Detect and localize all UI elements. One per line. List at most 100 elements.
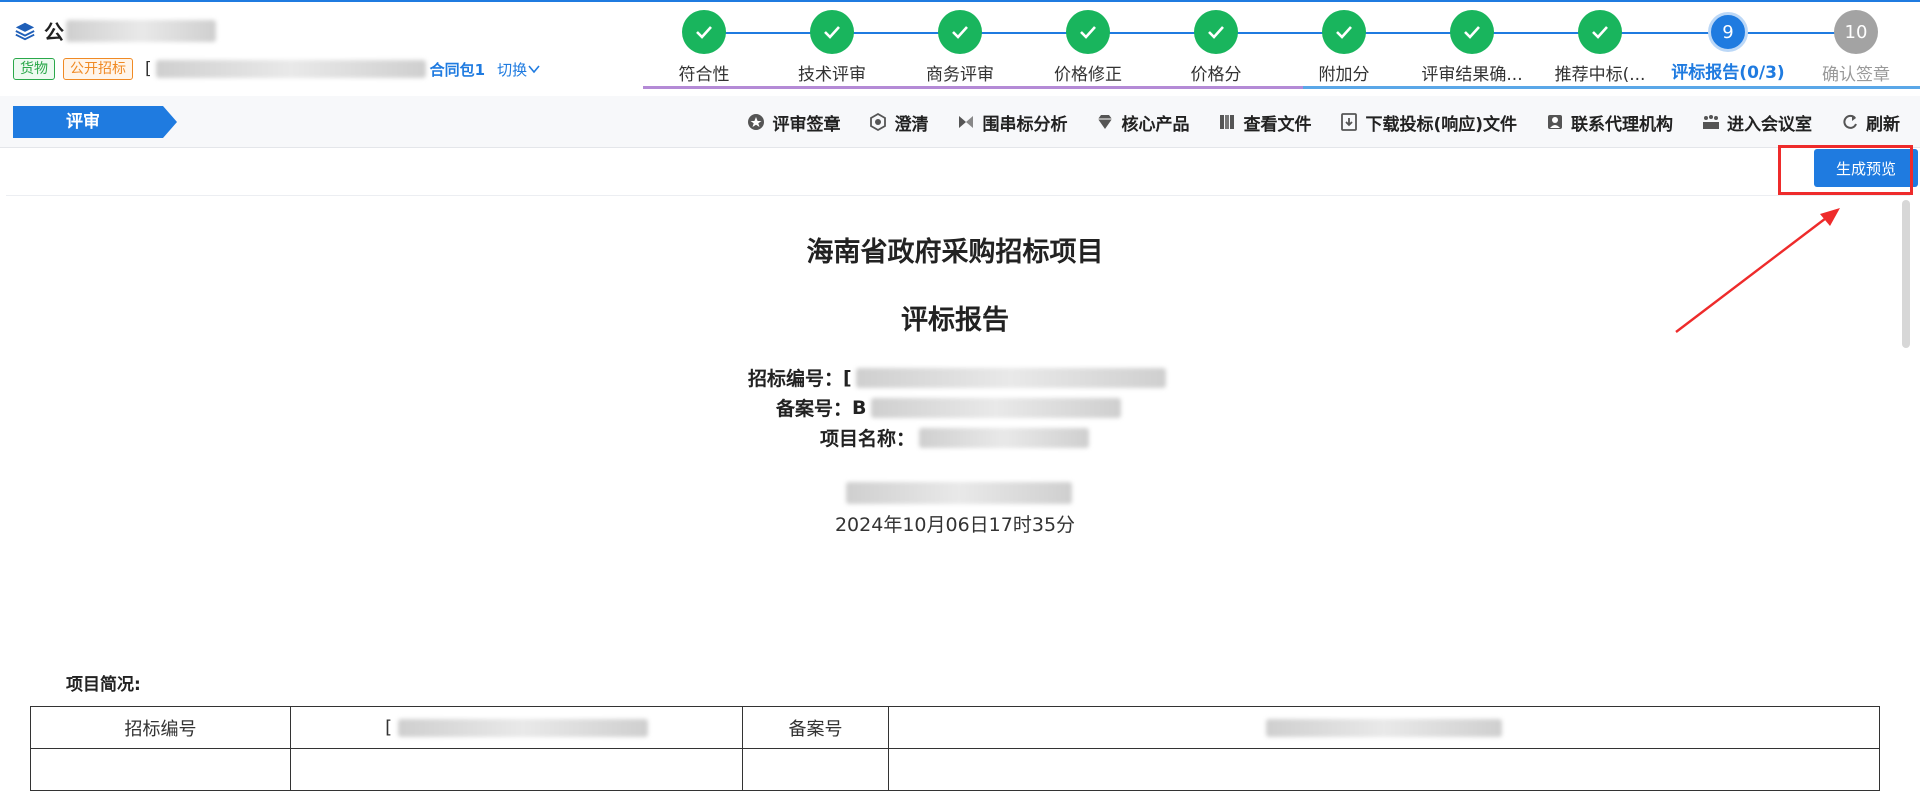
document-main-title: 海南省政府采购招标项目 [806,237,1104,268]
record-number-value: B [852,396,867,419]
download-icon [1341,113,1358,131]
check-icon [938,10,982,54]
agency-row [842,482,1072,504]
meeting-icon [1703,115,1719,129]
toolbar-button-seal[interactable]: 评审签章 [746,110,840,135]
step-9[interactable]: 9 评标报告(0/3) [1658,10,1798,83]
step-label: 评审结果确... [1421,65,1523,85]
blurred-cell [397,719,648,737]
table-cell-text: [ [385,717,393,738]
table-row: 招标编号 [ 备案号 [30,706,1880,749]
blurred-cell [1266,719,1502,737]
toolbar-button-download[interactable]: 下载投标(响应)文件 [1339,110,1517,135]
step-label: 推荐中标(... [1554,65,1646,85]
report-date: 2024年10月06日17时35分 [834,514,1076,536]
table-cell [742,748,889,791]
document-sub-title: 评标报告 [901,305,1009,336]
toolbar-button-label: 联系代理机构 [1571,114,1673,135]
step-2[interactable]: 技术评审 [762,10,902,85]
table-cell [30,748,291,791]
step-number: 10 [1834,10,1878,54]
highlight-box [1778,145,1913,195]
bid-number-label: 招标编号： [748,368,844,390]
table-cell: 招标编号 [30,706,291,749]
toolbar-button-label: 评审签章 [772,114,841,135]
top-bar: 公 货物 公开招标 [ 合同包1 切换 符合性 技术评审 商务评审 价格修正 价格分 附加… [0,0,1920,92]
step-1[interactable]: 符合性 [634,10,774,85]
project-name-row: 项目名称： [820,424,1090,451]
analysis-icon [959,116,974,128]
toolbar-button-meeting[interactable]: 进入会议室 [1701,110,1812,135]
toolbar-button-label: 核心产品 [1121,114,1190,135]
report-content: 海南省政府采购招标项目 评标报告 招标编号： [ 备案号： B 项目名称： [0,148,1920,761]
step-10[interactable]: 10 确认签章 [1786,10,1920,85]
step-label: 符合性 [678,65,730,85]
record-number-label: 备案号： [776,398,853,420]
step-8[interactable]: 推荐中标(... [1530,10,1670,85]
blurred-bid-number [855,367,1166,388]
toolbar-button-label: 澄清 [894,114,929,135]
bid-number-row: 招标编号： [ [748,364,1166,391]
toolbar-button-label: 刷新 [1866,114,1900,135]
step-label: 附加分 [1318,65,1370,85]
project-summary-label: 项目简况: [66,675,141,695]
table-cell [290,748,743,791]
project-name-label: 项目名称： [820,428,916,450]
project-summary-table: 招标编号 [ 备案号 [30,706,1880,791]
toolbar-button-analysis[interactable]: 围串标分析 [956,110,1067,135]
refresh-icon [1843,114,1857,129]
step-7[interactable]: 评审结果确... [1402,10,1542,85]
blurred-record-number [870,397,1121,418]
step-label: 评标报告(0/3) [1671,63,1785,83]
progress-steps: 符合性 技术评审 商务评审 价格修正 价格分 附加分 评审结果确... 推荐中标(... 9 评标… [0,2,1920,94]
check-icon [810,10,854,54]
clarify-icon [870,112,887,132]
step-number: 9 [1708,12,1748,52]
step-underline-purple [643,86,1303,89]
table-cell: 备案号 [742,706,889,749]
bid-number-value: [ [843,366,852,389]
files-icon [1220,115,1235,129]
check-icon [682,10,726,54]
step-label: 价格分 [1190,65,1242,85]
check-icon [1066,10,1110,54]
check-icon [1194,10,1238,54]
record-number-row: 备案号： B [776,394,1121,421]
action-row [6,148,1910,196]
step-3[interactable]: 商务评审 [890,10,1030,85]
seal-icon [748,114,765,130]
table-row [30,748,1880,791]
table-cell [888,706,1880,749]
step-label: 价格修正 [1054,65,1122,85]
step-underline-blue [1303,86,1920,89]
step-5[interactable]: 价格分 [1146,10,1286,85]
toolbar-tools: 评审签章 澄清 围串标分析 核心产品 查看文件 下载投标(响应)文件 联系代理机构 进入会议室… [718,96,1900,148]
toolbar-button-label: 进入会议室 [1727,114,1812,135]
step-label: 商务评审 [926,65,994,85]
check-icon [1578,10,1622,54]
review-tab-label: 评审 [66,112,100,132]
toolbar-button-contact[interactable]: 联系代理机构 [1545,110,1673,135]
blurred-project-name [919,427,1090,448]
toolbar: 评审 评审签章 澄清 围串标分析 核心产品 查看文件 下载投标(响应)文件 联系代理机构 进入… [0,96,1920,148]
check-icon [1322,10,1366,54]
toolbar-button-clarify[interactable]: 澄清 [868,110,928,135]
vertical-scrollbar[interactable] [1902,200,1910,348]
step-6[interactable]: 附加分 [1274,10,1414,85]
toolbar-button-label: 查看文件 [1243,114,1312,135]
review-tab[interactable]: 评审 [13,106,177,138]
step-4[interactable]: 价格修正 [1018,10,1158,85]
check-icon [1450,10,1494,54]
blurred-agency-name [846,482,1072,504]
toolbar-button-label: 围串标分析 [982,114,1068,135]
toolbar-button-files[interactable]: 查看文件 [1217,110,1311,135]
step-label: 确认签章 [1822,65,1890,85]
highlight-arrow [1675,208,1840,333]
diamond-icon [1098,115,1113,129]
table-cell [888,748,1880,791]
step-label: 技术评审 [798,65,866,85]
toolbar-button-diamond[interactable]: 核心产品 [1095,110,1189,135]
toolbar-button-label: 下载投标(响应)文件 [1365,114,1517,135]
toolbar-button-refresh[interactable]: 刷新 [1840,110,1900,135]
contact-icon [1548,115,1562,129]
